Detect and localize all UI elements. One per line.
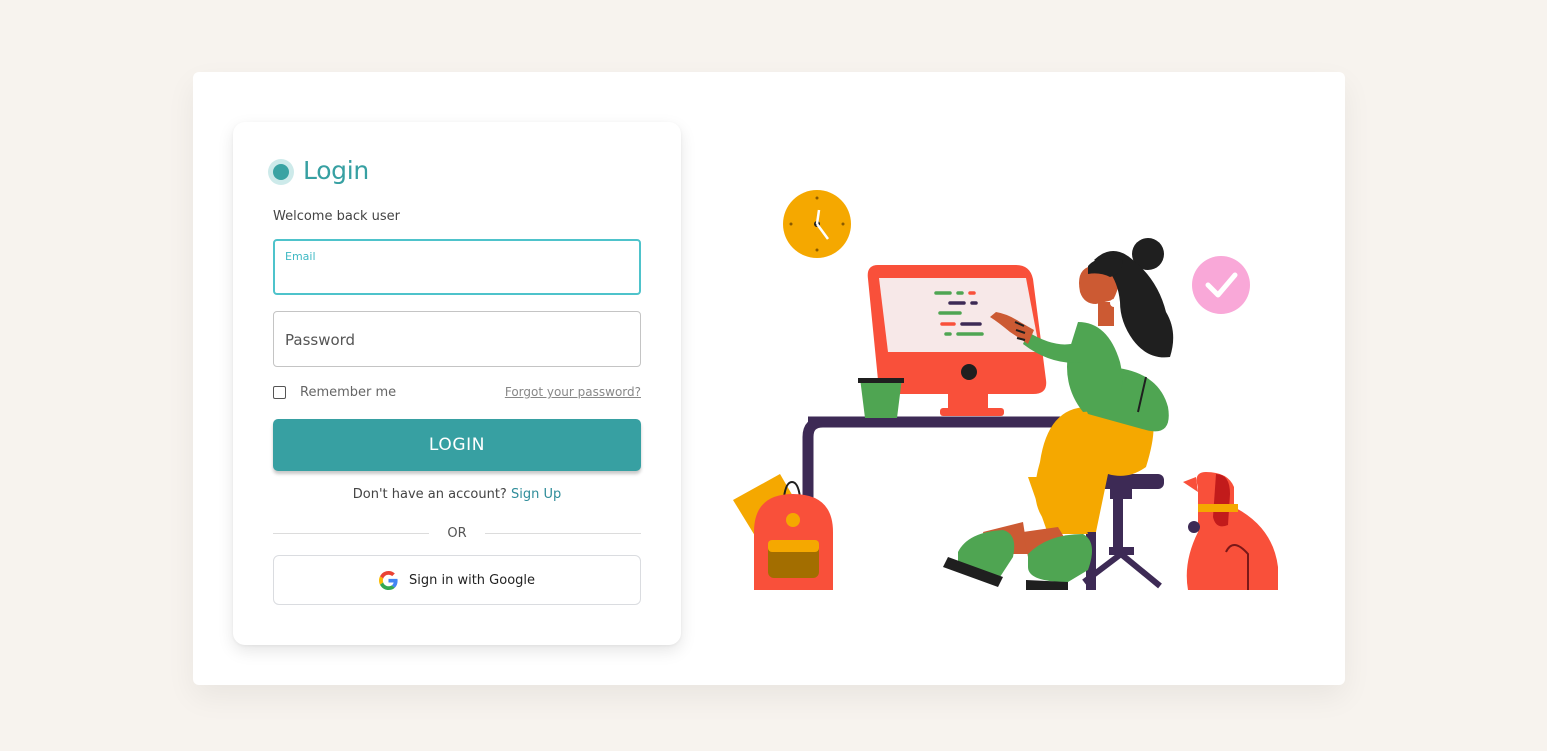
login-card: Login Welcome back user Email Password R… (233, 122, 681, 645)
signup-link[interactable]: Sign Up (511, 487, 561, 502)
cup-icon (858, 378, 904, 418)
forgot-password-link[interactable]: Forgot your password? (505, 385, 641, 399)
password-field[interactable]: Password (273, 311, 641, 367)
workspace-illustration (733, 190, 1278, 590)
divider-line-right (484, 533, 642, 534)
google-signin-label: Sign in with Google (408, 572, 536, 588)
google-signin-button[interactable]: Sign in with Google (273, 555, 641, 605)
check-badge-icon (1192, 256, 1250, 314)
google-g-icon (378, 570, 398, 590)
signup-prompt-text: Don't have an account? (352, 487, 507, 502)
divider-line-left (273, 533, 430, 534)
logo-circle-icon (268, 159, 294, 185)
remember-me-label[interactable]: Remember me (300, 385, 396, 400)
login-button[interactable]: LOGIN (273, 419, 641, 471)
clock-icon (783, 190, 851, 258)
page-title: Login (303, 156, 369, 185)
email-label: Email (285, 250, 316, 263)
password-placeholder: Password (285, 331, 356, 349)
or-divider: OR (273, 526, 642, 541)
dog-icon (1183, 472, 1278, 590)
remember-me-checkbox[interactable] (273, 386, 286, 399)
login-page-panel: Login Welcome back user Email Password R… (193, 72, 1345, 685)
email-field[interactable]: Email (273, 239, 641, 295)
email-input[interactable] (286, 263, 628, 287)
remember-me: Remember me (273, 385, 396, 400)
or-text: OR (447, 526, 467, 541)
signup-prompt: Don't have an account? Sign Up (273, 487, 641, 502)
welcome-text: Welcome back user (273, 209, 400, 224)
